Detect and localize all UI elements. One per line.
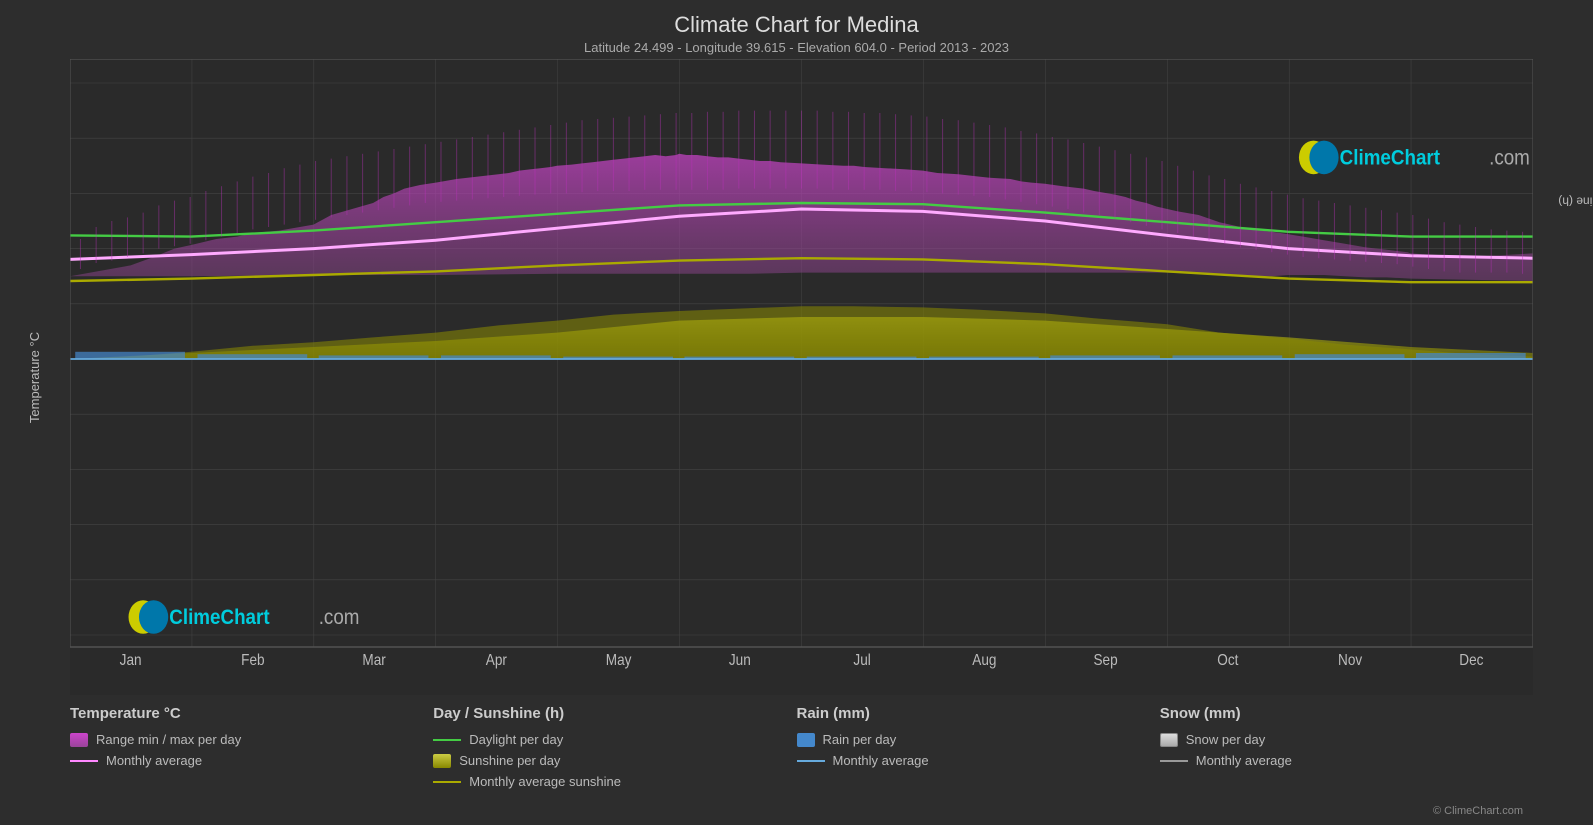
legend-sunshine-avg: Monthly average sunshine — [433, 774, 796, 789]
legend-sunshine: Day / Sunshine (h) Daylight per day Suns… — [433, 705, 796, 820]
svg-text:Apr: Apr — [486, 652, 507, 669]
temp-range-swatch — [70, 733, 88, 747]
chart-title: Climate Chart for Medina — [0, 12, 1593, 38]
y-axis-left-label: Temperature °C — [28, 331, 43, 422]
legend-rain-title: Rain (mm) — [797, 705, 1160, 722]
svg-text:Oct: Oct — [1217, 652, 1238, 669]
main-container: Climate Chart for Medina Latitude 24.499… — [0, 0, 1593, 825]
legend-sunshine-per-day: Sunshine per day — [433, 753, 796, 768]
legend-daylight: Daylight per day — [433, 732, 796, 747]
svg-text:Sep: Sep — [1094, 652, 1118, 669]
snow-avg-swatch — [1160, 760, 1188, 762]
svg-text:Dec: Dec — [1459, 652, 1483, 669]
legend-snow-per-day-label: Snow per day — [1186, 732, 1266, 747]
legend-snow: Snow (mm) Snow per day Monthly average — [1160, 705, 1523, 820]
legend-rain-avg-label: Monthly average — [833, 753, 929, 768]
svg-text:ClimeChart: ClimeChart — [169, 606, 270, 629]
legend-snow-per-day: Snow per day — [1160, 732, 1523, 747]
chart-subtitle: Latitude 24.499 - Longitude 39.615 - Ele… — [0, 40, 1593, 55]
rain-swatch — [797, 733, 815, 747]
legend-rain-per-day-label: Rain per day — [823, 732, 897, 747]
legend-temp-range: Range min / max per day — [70, 732, 433, 747]
copyright: © ClimeChart.com — [1433, 805, 1523, 817]
svg-text:Aug: Aug — [972, 652, 996, 669]
svg-text:.com: .com — [1489, 146, 1530, 169]
legend-rain-per-day: Rain per day — [797, 732, 1160, 747]
title-area: Climate Chart for Medina Latitude 24.499… — [0, 0, 1593, 59]
right-axis-top-label: Day / Sunshine (h) — [1558, 195, 1593, 209]
svg-text:Feb: Feb — [241, 652, 264, 669]
legend-temp-avg-label: Monthly average — [106, 753, 202, 768]
legend-snow-title: Snow (mm) — [1160, 705, 1523, 722]
rain-avg-swatch — [797, 760, 825, 762]
chart-area: Jan Feb Mar Apr May Jun Jul Aug Sep Oct … — [70, 59, 1533, 695]
legend-temp-avg: Monthly average — [70, 753, 433, 768]
legend-snow-avg-label: Monthly average — [1196, 753, 1292, 768]
legend-rain-avg: Monthly average — [797, 753, 1160, 768]
daylight-swatch — [433, 739, 461, 741]
svg-text:Jan: Jan — [120, 652, 142, 669]
svg-text:Nov: Nov — [1338, 652, 1363, 669]
logo-bottom-left: ClimeChart .com — [129, 600, 360, 634]
sunshine-swatch — [433, 754, 451, 768]
legend-sunshine-title: Day / Sunshine (h) — [433, 705, 796, 722]
chart-svg: Jan Feb Mar Apr May Jun Jul Aug Sep Oct … — [70, 59, 1533, 695]
legend-rain: Rain (mm) Rain per day Monthly average — [797, 705, 1160, 820]
legend-snow-avg: Monthly average — [1160, 753, 1523, 768]
legend-sunshine-per-day-label: Sunshine per day — [459, 753, 560, 768]
svg-text:Jun: Jun — [729, 652, 751, 669]
svg-text:Mar: Mar — [362, 652, 385, 669]
legend-temp-title: Temperature °C — [70, 705, 433, 722]
svg-text:ClimeChart: ClimeChart — [1340, 146, 1441, 169]
sunshine-avg-swatch — [433, 781, 461, 783]
logo-top-right: ClimeChart .com — [1299, 141, 1530, 175]
legend-temperature: Temperature °C Range min / max per day M… — [70, 705, 433, 820]
legend-area: Temperature °C Range min / max per day M… — [0, 695, 1593, 825]
svg-text:Jul: Jul — [853, 652, 870, 669]
svg-text:.com: .com — [319, 606, 360, 629]
svg-text:May: May — [606, 652, 632, 669]
legend-daylight-label: Daylight per day — [469, 732, 563, 747]
snow-swatch — [1160, 733, 1178, 747]
legend-temp-range-label: Range min / max per day — [96, 732, 241, 747]
temp-avg-line-swatch — [70, 760, 98, 762]
legend-sunshine-avg-label: Monthly average sunshine — [469, 774, 621, 789]
